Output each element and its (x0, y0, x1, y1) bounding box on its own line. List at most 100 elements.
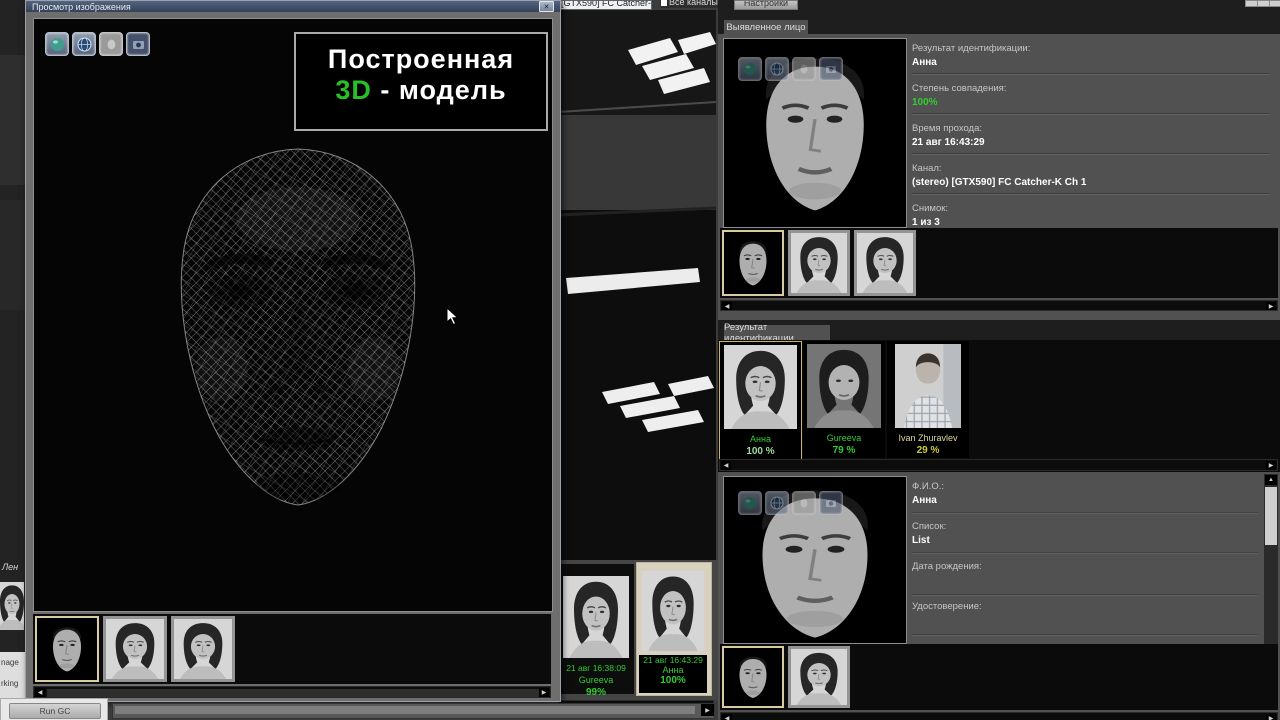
tab-identification-result[interactable]: Результат идентификации (724, 325, 830, 340)
candidate-card-selected[interactable]: Анна 100 % (719, 341, 802, 460)
field-value: Анна (912, 492, 1258, 507)
field-label: Снимок: (912, 198, 1270, 214)
bottom-scrollbar[interactable]: ▶ (112, 703, 715, 719)
window-close-button[interactable] (1269, 0, 1280, 7)
scroll-right-arrow[interactable]: ▶ (701, 704, 714, 716)
field-label: Удостоверение: (912, 596, 1258, 612)
globe-icon[interactable] (45, 32, 69, 56)
field-row: Список: List (912, 516, 1258, 553)
candidate-photo (895, 344, 961, 428)
background-blob (0, 200, 26, 310)
face-thumbnail[interactable] (171, 616, 235, 682)
field-value: (stereo) [GTX590] FC Catcher-K Ch 1 (912, 174, 1270, 189)
field-value (912, 612, 1258, 627)
candidate-photo (724, 345, 797, 429)
event-card-selected[interactable]: 21 авг 16:43:29 Анна 100% (636, 562, 712, 696)
snapshot-icon[interactable] (819, 57, 843, 81)
run-gc-button[interactable]: Run GC (9, 703, 101, 719)
viewer-titlebar[interactable]: Просмотр изображения ✕ (26, 1, 560, 12)
field-row: Канал: (stereo) [GTX590] FC Catcher-K Ch… (912, 158, 1270, 194)
field-value: Анна (912, 54, 1270, 69)
event-time: 21 авг 16:38:09 (558, 663, 634, 673)
face-thumbnail[interactable] (788, 646, 850, 708)
face-thumbnail[interactable] (854, 230, 916, 296)
scroll-left-arrow[interactable]: ◀ (722, 714, 732, 720)
scroll-right-arrow[interactable]: ▶ (1266, 461, 1276, 470)
channel-combobox[interactable]: [GTX590] FC Catcher-K Ch 1 (560, 0, 652, 10)
close-icon[interactable]: ✕ (539, 1, 554, 12)
checkbox-icon (661, 0, 667, 6)
snapshot-icon[interactable] (126, 32, 150, 56)
event-label-area: 21 авг 16:43:29 Анна 100% (639, 655, 707, 693)
event-strip: 21 авг 16:38:09 Gureeva 99% 21 авг 16:43… (556, 560, 718, 700)
scroll-up-arrow[interactable]: ▲ (1265, 475, 1277, 485)
snapshot-icon[interactable] (819, 491, 843, 515)
all-channels-checkbox[interactable]: Все каналы (660, 0, 722, 8)
field-row: Удостоверение: (912, 596, 1258, 635)
field-label: Время прохода: (912, 118, 1270, 134)
viewer-title: Просмотр изображения (32, 2, 131, 12)
caption-line1: Построенная (296, 44, 546, 75)
right-panel-top-strip: Настройки (718, 0, 1280, 19)
candidate-photo (807, 344, 881, 428)
field-value (912, 572, 1258, 587)
globe-icon[interactable] (738, 57, 762, 81)
face-icon[interactable] (99, 32, 123, 56)
scroll-left-arrow[interactable]: ◀ (35, 688, 45, 697)
caption-line2: 3D - модель (296, 75, 546, 106)
background-left-column: Лен nage rking ual sea (0, 0, 26, 720)
candidate-score: 79 % (803, 445, 885, 456)
vscrollbar-thumb[interactable] (1265, 487, 1277, 545)
event-time: 21 авг 16:43:29 (639, 655, 707, 665)
scroll-right-arrow[interactable]: ▶ (539, 688, 549, 697)
globe-icon[interactable] (738, 491, 762, 515)
face-thumbnail-selected[interactable] (722, 230, 784, 296)
caption-box: Построенная 3D - модель (294, 32, 548, 131)
face-icon[interactable] (792, 57, 816, 81)
detected-thumbs-scrollbar[interactable]: ◀ ▶ (720, 300, 1278, 311)
settings-button[interactable]: Настройки (734, 0, 798, 10)
field-value: 21 авг 16:43:29 (912, 134, 1270, 149)
detected-thumbs-strip (720, 228, 1278, 298)
face-thumbnail-selected[interactable] (722, 646, 784, 708)
scroll-left-arrow[interactable]: ◀ (722, 302, 732, 310)
field-label: Ф.И.О.: (912, 476, 1258, 492)
mouse-cursor (446, 307, 459, 326)
event-card[interactable]: 21 авг 16:38:09 Gureeva 99% (558, 564, 634, 694)
candidate-score: 29 % (887, 445, 969, 456)
tab-detected-face[interactable]: Выявленное лицо (724, 20, 808, 34)
wireframe-globe-icon[interactable] (72, 32, 96, 56)
candidate-card[interactable]: Ivan Zhuravlev 29 % (887, 341, 969, 458)
bottom-scrollbar-thumb[interactable] (115, 706, 695, 714)
person-thumbs-scrollbar[interactable]: ◀ ▶ (720, 712, 1278, 720)
background-photo-fragment (0, 582, 24, 630)
field-label: Дата рождения: (912, 556, 1258, 572)
caption-rest: - модель (372, 75, 507, 105)
scroll-right-arrow[interactable]: ▶ (1266, 714, 1276, 720)
field-row: Степень совпадения: 100% (912, 78, 1270, 114)
scrollbar-thumb[interactable] (47, 689, 539, 697)
face-thumbnail[interactable] (788, 230, 850, 296)
3d-mesh-face[interactable] (122, 139, 474, 511)
viewer-window: Просмотр изображения ✕ Построенная 3D - … (25, 0, 561, 702)
field-row: Дата рождения: (912, 556, 1258, 595)
caption-3d: 3D (335, 75, 372, 105)
scroll-left-arrow[interactable]: ◀ (721, 461, 731, 470)
viewer-scrollbar[interactable]: ◀ ▶ (33, 686, 551, 698)
field-label: Степень совпадения: (912, 78, 1270, 94)
field-row: Ф.И.О.: Анна (912, 476, 1258, 513)
face-thumbnail-selected[interactable] (35, 616, 99, 682)
face-icon[interactable] (792, 491, 816, 515)
detected-tabstrip: Выявленное лицо (718, 19, 1280, 34)
channel-combobox-value: [GTX590] FC Catcher-K Ch 1 (561, 0, 651, 8)
face-thumbnail[interactable] (103, 616, 167, 682)
wireframe-globe-icon[interactable] (765, 491, 789, 515)
viewer-thumbs-strip (33, 614, 551, 684)
candidate-card[interactable]: Gureeva 79 % (803, 341, 885, 458)
wireframe-globe-icon[interactable] (765, 57, 789, 81)
settings-button-label: Настройки (735, 0, 797, 8)
candidate-score: 100 % (720, 446, 801, 457)
scroll-right-arrow[interactable]: ▶ (1266, 302, 1276, 310)
identification-scrollbar[interactable]: ◀ ▶ (719, 459, 1278, 471)
viewer-canvas[interactable]: Построенная 3D - модель (33, 18, 553, 612)
